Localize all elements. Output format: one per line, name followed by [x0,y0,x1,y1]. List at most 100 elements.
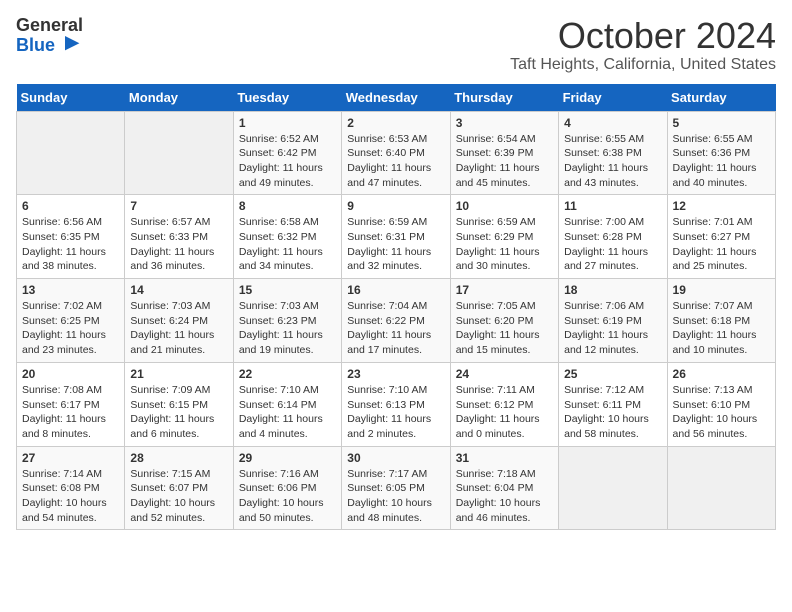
day-number: 28 [130,451,227,465]
calendar-cell: 16 Sunrise: 7:04 AMSunset: 6:22 PMDaylig… [342,279,450,363]
day-detail: Sunrise: 7:05 AMSunset: 6:20 PMDaylight:… [456,300,540,356]
calendar-cell: 2 Sunrise: 6:53 AMSunset: 6:40 PMDayligh… [342,111,450,195]
day-detail: Sunrise: 6:53 AMSunset: 6:40 PMDaylight:… [347,133,431,189]
day-detail: Sunrise: 7:02 AMSunset: 6:25 PMDaylight:… [22,300,106,356]
day-detail: Sunrise: 6:52 AMSunset: 6:42 PMDaylight:… [239,133,323,189]
calendar-cell: 25 Sunrise: 7:12 AMSunset: 6:11 PMDaylig… [559,362,667,446]
day-number: 10 [456,199,553,213]
day-number: 27 [22,451,119,465]
calendar-cell: 20 Sunrise: 7:08 AMSunset: 6:17 PMDaylig… [17,362,125,446]
calendar-cell: 12 Sunrise: 7:01 AMSunset: 6:27 PMDaylig… [667,195,775,279]
day-detail: Sunrise: 6:59 AMSunset: 6:29 PMDaylight:… [456,216,540,272]
day-detail: Sunrise: 7:03 AMSunset: 6:24 PMDaylight:… [130,300,214,356]
weekday-header: Friday [559,84,667,112]
day-number: 29 [239,451,336,465]
title-block: October 2024 Taft Heights, California, U… [510,16,776,74]
day-number: 31 [456,451,553,465]
weekday-header: Monday [125,84,233,112]
day-detail: Sunrise: 7:08 AMSunset: 6:17 PMDaylight:… [22,384,106,440]
calendar-cell: 13 Sunrise: 7:02 AMSunset: 6:25 PMDaylig… [17,279,125,363]
day-detail: Sunrise: 7:17 AMSunset: 6:05 PMDaylight:… [347,468,432,524]
day-detail: Sunrise: 6:58 AMSunset: 6:32 PMDaylight:… [239,216,323,272]
calendar-cell: 3 Sunrise: 6:54 AMSunset: 6:39 PMDayligh… [450,111,558,195]
day-detail: Sunrise: 7:06 AMSunset: 6:19 PMDaylight:… [564,300,648,356]
day-number: 14 [130,283,227,297]
logo-icon [57,32,81,56]
calendar-cell [559,446,667,530]
calendar-cell: 17 Sunrise: 7:05 AMSunset: 6:20 PMDaylig… [450,279,558,363]
day-number: 8 [239,199,336,213]
day-detail: Sunrise: 6:55 AMSunset: 6:38 PMDaylight:… [564,133,648,189]
calendar-cell: 18 Sunrise: 7:06 AMSunset: 6:19 PMDaylig… [559,279,667,363]
calendar-cell: 8 Sunrise: 6:58 AMSunset: 6:32 PMDayligh… [233,195,341,279]
day-detail: Sunrise: 7:01 AMSunset: 6:27 PMDaylight:… [673,216,757,272]
logo: General Blue [16,16,83,56]
day-detail: Sunrise: 7:09 AMSunset: 6:15 PMDaylight:… [130,384,214,440]
day-detail: Sunrise: 6:55 AMSunset: 6:36 PMDaylight:… [673,133,757,189]
calendar-cell: 23 Sunrise: 7:10 AMSunset: 6:13 PMDaylig… [342,362,450,446]
day-number: 16 [347,283,444,297]
location-text: Taft Heights, California, United States [510,56,776,74]
day-detail: Sunrise: 7:13 AMSunset: 6:10 PMDaylight:… [673,384,758,440]
day-detail: Sunrise: 7:10 AMSunset: 6:14 PMDaylight:… [239,384,323,440]
calendar-week-row: 6 Sunrise: 6:56 AMSunset: 6:35 PMDayligh… [17,195,776,279]
calendar-cell: 15 Sunrise: 7:03 AMSunset: 6:23 PMDaylig… [233,279,341,363]
calendar-cell: 26 Sunrise: 7:13 AMSunset: 6:10 PMDaylig… [667,362,775,446]
day-detail: Sunrise: 7:07 AMSunset: 6:18 PMDaylight:… [673,300,757,356]
calendar-cell: 10 Sunrise: 6:59 AMSunset: 6:29 PMDaylig… [450,195,558,279]
day-detail: Sunrise: 6:54 AMSunset: 6:39 PMDaylight:… [456,133,540,189]
calendar-table: SundayMondayTuesdayWednesdayThursdayFrid… [16,84,776,531]
day-detail: Sunrise: 7:11 AMSunset: 6:12 PMDaylight:… [456,384,540,440]
day-number: 23 [347,367,444,381]
calendar-cell: 31 Sunrise: 7:18 AMSunset: 6:04 PMDaylig… [450,446,558,530]
calendar-cell: 28 Sunrise: 7:15 AMSunset: 6:07 PMDaylig… [125,446,233,530]
day-number: 9 [347,199,444,213]
day-detail: Sunrise: 7:00 AMSunset: 6:28 PMDaylight:… [564,216,648,272]
calendar-cell [667,446,775,530]
day-number: 26 [673,367,770,381]
day-number: 4 [564,116,661,130]
day-detail: Sunrise: 6:59 AMSunset: 6:31 PMDaylight:… [347,216,431,272]
calendar-cell: 24 Sunrise: 7:11 AMSunset: 6:12 PMDaylig… [450,362,558,446]
calendar-header-row: SundayMondayTuesdayWednesdayThursdayFrid… [17,84,776,112]
day-detail: Sunrise: 7:10 AMSunset: 6:13 PMDaylight:… [347,384,431,440]
calendar-cell: 4 Sunrise: 6:55 AMSunset: 6:38 PMDayligh… [559,111,667,195]
calendar-cell: 6 Sunrise: 6:56 AMSunset: 6:35 PMDayligh… [17,195,125,279]
day-number: 22 [239,367,336,381]
weekday-header: Wednesday [342,84,450,112]
day-detail: Sunrise: 7:15 AMSunset: 6:07 PMDaylight:… [130,468,215,524]
calendar-week-row: 13 Sunrise: 7:02 AMSunset: 6:25 PMDaylig… [17,279,776,363]
weekday-header: Thursday [450,84,558,112]
day-number: 11 [564,199,661,213]
day-detail: Sunrise: 7:04 AMSunset: 6:22 PMDaylight:… [347,300,431,356]
calendar-cell: 21 Sunrise: 7:09 AMSunset: 6:15 PMDaylig… [125,362,233,446]
day-number: 5 [673,116,770,130]
weekday-header: Sunday [17,84,125,112]
calendar-cell: 27 Sunrise: 7:14 AMSunset: 6:08 PMDaylig… [17,446,125,530]
weekday-header: Tuesday [233,84,341,112]
day-number: 20 [22,367,119,381]
day-number: 18 [564,283,661,297]
day-detail: Sunrise: 7:03 AMSunset: 6:23 PMDaylight:… [239,300,323,356]
day-number: 17 [456,283,553,297]
day-number: 30 [347,451,444,465]
calendar-cell: 29 Sunrise: 7:16 AMSunset: 6:06 PMDaylig… [233,446,341,530]
day-detail: Sunrise: 7:16 AMSunset: 6:06 PMDaylight:… [239,468,324,524]
calendar-week-row: 1 Sunrise: 6:52 AMSunset: 6:42 PMDayligh… [17,111,776,195]
calendar-cell [125,111,233,195]
calendar-week-row: 27 Sunrise: 7:14 AMSunset: 6:08 PMDaylig… [17,446,776,530]
day-number: 7 [130,199,227,213]
calendar-cell: 5 Sunrise: 6:55 AMSunset: 6:36 PMDayligh… [667,111,775,195]
day-number: 1 [239,116,336,130]
day-detail: Sunrise: 6:56 AMSunset: 6:35 PMDaylight:… [22,216,106,272]
day-number: 13 [22,283,119,297]
calendar-cell: 9 Sunrise: 6:59 AMSunset: 6:31 PMDayligh… [342,195,450,279]
day-number: 21 [130,367,227,381]
weekday-header: Saturday [667,84,775,112]
day-detail: Sunrise: 7:18 AMSunset: 6:04 PMDaylight:… [456,468,541,524]
calendar-cell: 22 Sunrise: 7:10 AMSunset: 6:14 PMDaylig… [233,362,341,446]
day-number: 2 [347,116,444,130]
day-detail: Sunrise: 7:14 AMSunset: 6:08 PMDaylight:… [22,468,107,524]
logo-blue-text: Blue [16,36,55,56]
day-number: 24 [456,367,553,381]
